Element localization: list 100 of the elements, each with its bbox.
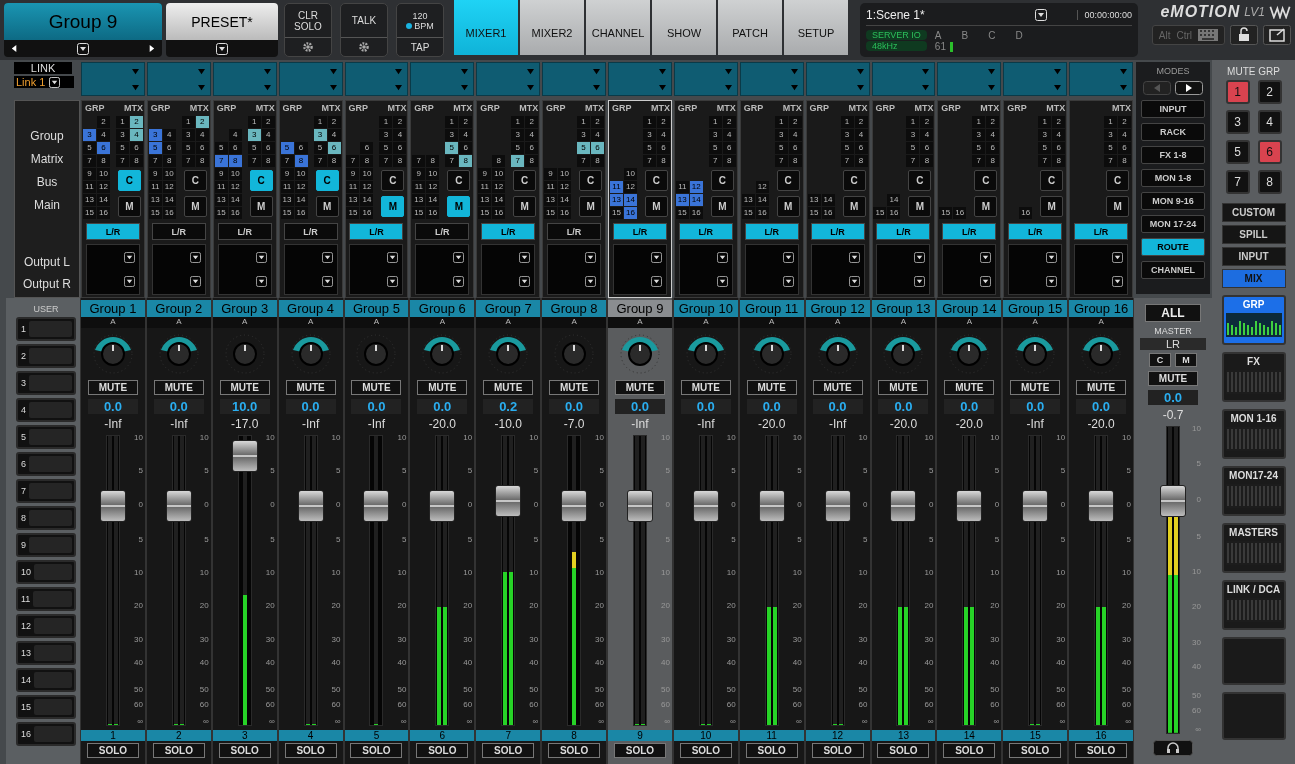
user-button[interactable]: 6: [16, 452, 76, 476]
matrix-assign-button[interactable]: 7: [1038, 155, 1052, 167]
matrix-assign-button[interactable]: 2: [129, 116, 143, 128]
solo-button[interactable]: SOLO: [1009, 743, 1062, 758]
group-assign-button[interactable]: 12: [492, 181, 506, 193]
matrix-assign-button[interactable]: 2: [920, 116, 934, 128]
channel-name[interactable]: Group 11: [739, 300, 804, 317]
matrix-assign-button[interactable]: 3: [708, 129, 722, 141]
group-assign-button[interactable]: 6: [228, 142, 242, 154]
mute-button[interactable]: MUTE: [614, 380, 665, 395]
group-assign-button[interactable]: 11: [675, 181, 689, 193]
solo-button[interactable]: SOLO: [679, 743, 732, 758]
center-bus-button[interactable]: C: [908, 170, 932, 191]
group-assign-button[interactable]: 14: [294, 194, 308, 206]
user-button[interactable]: 1: [16, 317, 76, 341]
group-assign-button[interactable]: 13: [280, 194, 294, 206]
matrix-assign-button[interactable]: 6: [195, 142, 209, 154]
preset-selector[interactable]: PRESET*: [166, 3, 278, 57]
matrix-assign-button[interactable]: 4: [393, 129, 407, 141]
mute-button[interactable]: MUTE: [1010, 380, 1061, 395]
matrix-assign-button[interactable]: 2: [327, 116, 341, 128]
group-assign-button[interactable]: 15: [939, 207, 953, 219]
lock-icon[interactable]: [1230, 25, 1258, 45]
group-assign-button[interactable]: 10: [96, 168, 110, 180]
user-button[interactable]: 9: [16, 533, 76, 557]
matrix-assign-button[interactable]: 2: [525, 116, 539, 128]
group-assign-button[interactable]: 3: [82, 129, 96, 141]
output-selector[interactable]: [481, 244, 536, 295]
matrix-assign-button[interactable]: 2: [261, 116, 275, 128]
matrix-assign-button[interactable]: 6: [920, 142, 934, 154]
user-button[interactable]: 11: [16, 587, 76, 611]
dropdown-icon[interactable]: [585, 251, 597, 263]
mute-group-button[interactable]: 8: [1257, 170, 1282, 194]
channel-name[interactable]: Group 13: [871, 300, 936, 317]
group-assign-button[interactable]: 15: [544, 207, 558, 219]
mute-group-button[interactable]: 1: [1225, 80, 1250, 104]
group-assign-button[interactable]: 4: [162, 129, 176, 141]
matrix-assign-button[interactable]: 2: [195, 116, 209, 128]
mono-bus-button[interactable]: M: [1106, 196, 1130, 217]
matrix-assign-button[interactable]: 8: [129, 155, 143, 167]
group-assign-button[interactable]: 16: [360, 207, 374, 219]
matrix-assign-button[interactable]: 2: [986, 116, 1000, 128]
group-assign-button[interactable]: 8: [492, 155, 506, 167]
matrix-assign-button[interactable]: 3: [1104, 129, 1118, 141]
matrix-assign-button[interactable]: 8: [656, 155, 670, 167]
mono-bus-button[interactable]: M: [381, 196, 405, 217]
matrix-assign-button[interactable]: 1: [1104, 116, 1118, 128]
matrix-assign-button[interactable]: 5: [972, 142, 986, 154]
group-assign-button[interactable]: 12: [623, 181, 637, 193]
matrix-assign-button[interactable]: 4: [327, 129, 341, 141]
group-assign-button[interactable]: 14: [228, 194, 242, 206]
matrix-assign-button[interactable]: 5: [115, 142, 129, 154]
group-assign-button[interactable]: 13: [346, 194, 360, 206]
dropdown-icon[interactable]: [848, 276, 860, 288]
fader-handle[interactable]: [758, 490, 785, 523]
matrix-assign-button[interactable]: 6: [854, 142, 868, 154]
tab[interactable]: PATCH: [718, 0, 782, 55]
tab[interactable]: MIXER1: [454, 0, 518, 55]
output-selector[interactable]: [415, 244, 470, 295]
channel-name[interactable]: Group 4: [278, 300, 343, 317]
dropdown-icon[interactable]: [1046, 251, 1058, 263]
fader-handle[interactable]: [561, 490, 588, 523]
dropdown-icon[interactable]: [255, 276, 267, 288]
fader-handle[interactable]: [1160, 484, 1186, 517]
matrix-assign-button[interactable]: 3: [247, 129, 261, 141]
group-assign-button[interactable]: 6: [96, 142, 110, 154]
dropdown-icon[interactable]: [123, 276, 135, 288]
matrix-assign-button[interactable]: 6: [525, 142, 539, 154]
matrix-assign-button[interactable]: 4: [722, 129, 736, 141]
channel-name[interactable]: Group 3: [212, 300, 277, 317]
output-selector[interactable]: [942, 244, 997, 295]
link-selector[interactable]: Link 1: [14, 76, 74, 88]
group-assign-button[interactable]: 10: [294, 168, 308, 180]
group-assign-button[interactable]: 13: [214, 194, 228, 206]
mute-group-button[interactable]: 2: [1257, 80, 1282, 104]
main-lr-button[interactable]: L/R: [349, 223, 404, 240]
group-assign-button[interactable]: 16: [755, 207, 769, 219]
dropdown-icon[interactable]: [1112, 276, 1124, 288]
matrix-assign-button[interactable]: 4: [788, 129, 802, 141]
matrix-assign-button[interactable]: 2: [854, 116, 868, 128]
matrix-assign-button[interactable]: 5: [1038, 142, 1052, 154]
main-lr-button[interactable]: L/R: [85, 223, 140, 240]
matrix-assign-button[interactable]: 1: [511, 116, 525, 128]
group-assign-button[interactable]: 12: [228, 181, 242, 193]
channel-name[interactable]: Group 7: [476, 300, 541, 317]
matrix-assign-button[interactable]: 2: [459, 116, 473, 128]
fader-handle[interactable]: [626, 490, 653, 523]
dropdown-icon[interactable]: [255, 251, 267, 263]
user-button[interactable]: 4: [16, 398, 76, 422]
channel-name[interactable]: Group 2: [146, 300, 211, 317]
mute-button[interactable]: MUTE: [285, 380, 336, 395]
group-assign-button[interactable]: 7: [82, 155, 96, 167]
group-assign-button[interactable]: 14: [887, 194, 901, 206]
solo-button[interactable]: SOLO: [877, 743, 930, 758]
group-assign-button[interactable]: 8: [96, 155, 110, 167]
group-assign-button[interactable]: 13: [807, 194, 821, 206]
user-button[interactable]: 15: [16, 695, 76, 719]
group-assign-button[interactable]: 15: [807, 207, 821, 219]
matrix-assign-button[interactable]: 1: [972, 116, 986, 128]
user-button[interactable]: 12: [16, 614, 76, 638]
